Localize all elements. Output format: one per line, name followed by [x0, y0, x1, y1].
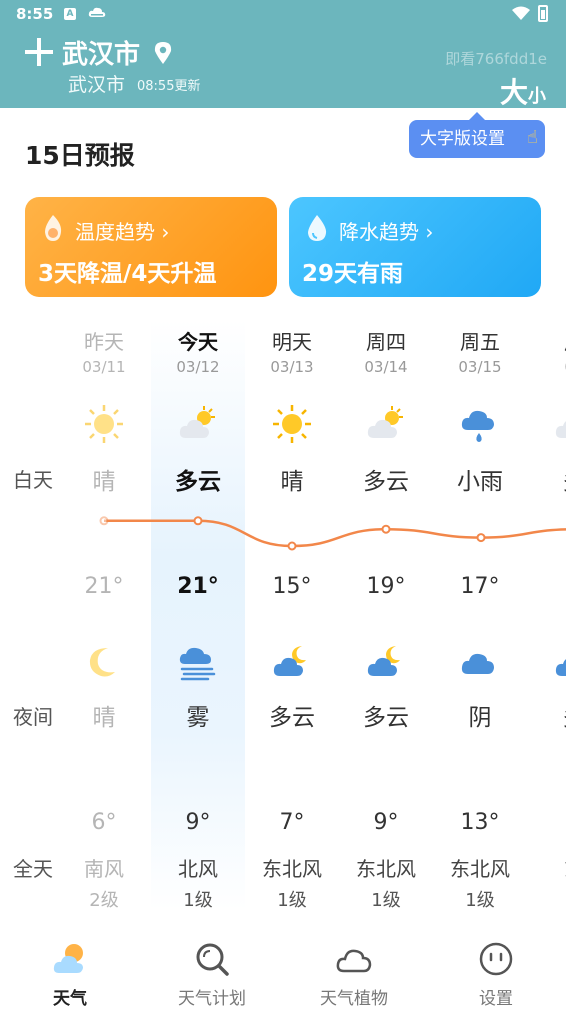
high-temp-point — [381, 524, 391, 534]
day-name: 周 — [527, 326, 566, 355]
high-temp-point — [287, 541, 297, 551]
update-time: 08:55更新 — [137, 79, 201, 94]
tooltip-label: 大字版设置 — [420, 129, 505, 149]
day-date: 03/13 — [270, 358, 314, 376]
temperature-trend-value: 3天降温/4天升温 — [38, 261, 217, 287]
partly-cloudy-icon — [555, 421, 566, 438]
nav-weather-plants[interactable]: 天气植物 — [294, 932, 414, 1009]
precipitation-trend-value: 29天有雨 — [302, 261, 404, 287]
wind-level: 1 — [527, 886, 566, 907]
night-low-temp: 9° — [185, 810, 211, 835]
wind-direction: 北风 — [178, 857, 218, 881]
search-icon — [196, 943, 229, 976]
sub-city-name: 武汉市 — [68, 74, 126, 96]
day-name: 今天 — [178, 330, 218, 354]
font-size-big-label: 大 — [499, 76, 528, 109]
status-bar: 8:55 A — [0, 0, 566, 30]
nav-label: 天气 — [53, 989, 87, 1009]
night-low-temp: 13° — [460, 810, 500, 835]
forecast-title: 15日预报 — [25, 141, 135, 170]
night-low-temp: 7° — [279, 810, 305, 835]
day-weather-desc: 晴 — [92, 469, 116, 495]
add-city-button[interactable] — [25, 38, 53, 66]
day-date: 03/12 — [176, 358, 220, 376]
nav-label: 天气计划 — [178, 989, 246, 1009]
battery-icon — [538, 5, 548, 22]
pointing-hand-icon: ☝ — [527, 127, 538, 148]
high-temp-point — [193, 516, 203, 526]
wind-direction: 东 — [527, 853, 566, 882]
thermometer-flame-icon — [45, 215, 62, 241]
day-name: 昨天 — [84, 330, 124, 354]
day-weather-desc: 晴 — [280, 469, 304, 495]
night-low-temp: 9° — [373, 810, 399, 835]
large-font-settings-tooltip[interactable]: 大字版设置 ☝ — [409, 112, 545, 158]
night-low-temp: 6° — [91, 810, 117, 835]
nav-weather-plan[interactable]: 天气计划 — [152, 932, 272, 1009]
row-label-day: 白天 — [13, 468, 53, 492]
row-label-all-day: 全天 — [13, 857, 53, 881]
day-weather-desc: 小雨 — [457, 469, 503, 495]
day-date: 03/15 — [458, 358, 502, 376]
day-weather-desc: 多 — [527, 462, 566, 496]
day-name: 周五 — [460, 330, 500, 354]
partly-cloudy-icon — [179, 406, 215, 438]
day-weather-desc: 多云 — [363, 469, 409, 495]
day-name: 明天 — [272, 330, 312, 354]
sun-icon — [273, 405, 311, 443]
day-date: 03/14 — [364, 358, 408, 376]
light-rain-icon — [461, 410, 494, 442]
nav-label: 设置 — [479, 989, 513, 1009]
status-time: 8:55 — [16, 5, 54, 23]
wind-level: 1级 — [465, 890, 495, 911]
night-low-temp: 1 — [527, 810, 566, 835]
high-temp-line — [104, 519, 566, 548]
precipitation-trend-card[interactable]: 降水趋势 › 29天有雨 — [289, 197, 541, 297]
sun-icon — [85, 405, 123, 443]
nav-label: 天气植物 — [320, 989, 388, 1009]
nav-weather[interactable]: 天气 — [10, 932, 130, 1009]
smiley-icon — [479, 942, 513, 976]
cloud-icon — [336, 949, 372, 973]
precipitation-trend-label: 降水趋势 › — [339, 220, 434, 244]
wind-direction: 南风 — [84, 857, 124, 881]
day-date: 03 — [527, 358, 566, 376]
bottom-navigation: 天气 天气计划 天气植物 设置 — [0, 932, 566, 1009]
city-name[interactable]: 武汉市 — [62, 34, 140, 71]
wind-level: 1级 — [371, 890, 401, 911]
weather-icon — [53, 944, 83, 973]
water-drop-icon — [308, 215, 327, 241]
high-temp-point — [99, 516, 109, 526]
day-weather-desc: 多云 — [175, 469, 221, 495]
temperature-trend-label: 温度趋势 › — [75, 220, 170, 244]
wind-level: 1级 — [277, 890, 307, 911]
nav-settings[interactable]: 设置 — [436, 932, 556, 1009]
day-name: 周四 — [366, 330, 406, 354]
day-date: 03/11 — [82, 358, 126, 376]
header: 8:55 A 武汉市 武汉市 08:55更新 即看766fdd1e 大小 — [0, 0, 566, 111]
high-temp-point — [476, 533, 486, 543]
wind-direction: 东北风 — [356, 857, 416, 881]
wind-level: 2级 — [89, 890, 119, 911]
cloud-status-icon — [88, 7, 106, 17]
font-size-toggle-button[interactable]: 大小 — [500, 71, 546, 111]
font-size-small-label: 小 — [528, 86, 546, 107]
wifi-icon — [512, 6, 530, 20]
watermark-text: 即看766fdd1e — [445, 50, 547, 68]
wind-direction: 东北风 — [450, 857, 510, 881]
location-icon[interactable] — [154, 42, 172, 64]
notification-a-icon: A — [64, 8, 76, 20]
wind-direction: 东北风 — [262, 857, 322, 881]
temperature-trend-card[interactable]: 温度趋势 › 3天降温/4天升温 — [25, 197, 277, 297]
partly-cloudy-icon — [367, 406, 403, 438]
temperature-curves — [99, 516, 566, 551]
wind-level: 1级 — [183, 890, 213, 911]
